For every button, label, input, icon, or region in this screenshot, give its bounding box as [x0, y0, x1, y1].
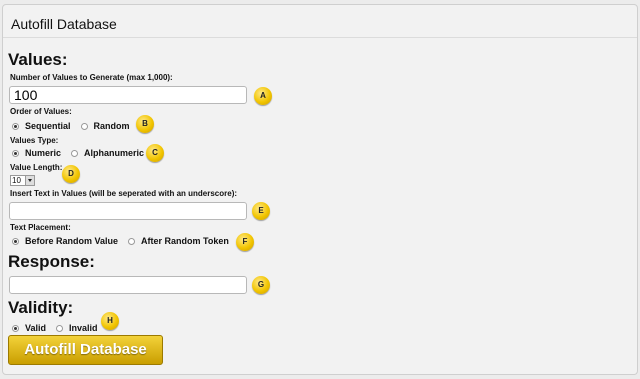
- radio-after-label: After Random Token: [141, 236, 229, 246]
- placement-radio-group: Before Random Value After Random Token: [12, 236, 229, 246]
- insert-text-input[interactable]: [9, 202, 247, 220]
- radio-random-label: Random: [93, 121, 130, 131]
- radio-invalid[interactable]: [56, 324, 64, 332]
- radio-numeric[interactable]: [12, 149, 19, 157]
- radio-invalid-label: Invalid: [69, 323, 98, 333]
- radio-numeric-label: Numeric: [25, 148, 62, 158]
- length-select[interactable]: 10: [10, 175, 35, 186]
- badge-h: H: [101, 312, 119, 330]
- radio-before-label: Before Random Value: [25, 236, 119, 246]
- count-input[interactable]: [9, 86, 247, 104]
- response-input[interactable]: [9, 276, 247, 294]
- radio-sequential-label: Sequential: [25, 121, 71, 131]
- radio-alphanumeric[interactable]: [71, 149, 79, 157]
- badge-b: B: [136, 115, 154, 133]
- panel-title: Autofill Database: [11, 16, 117, 32]
- radio-after-random-token[interactable]: [128, 237, 136, 245]
- radio-before-random-value[interactable]: [12, 237, 19, 245]
- order-radio-group: Sequential Random: [12, 121, 130, 131]
- values-heading: Values:: [8, 50, 68, 69]
- order-label: Order of Values:: [10, 107, 72, 116]
- radio-sequential[interactable]: [12, 122, 19, 130]
- header-divider: [3, 37, 637, 38]
- placement-label: Text Placement:: [10, 223, 71, 232]
- badge-c: C: [146, 144, 164, 162]
- response-heading: Response:: [8, 252, 95, 271]
- autofill-database-button[interactable]: Autofill Database: [8, 335, 163, 365]
- chevron-down-icon: [25, 176, 34, 185]
- radio-alphanumeric-label: Alphanumeric: [84, 148, 145, 158]
- badge-e: E: [252, 202, 270, 220]
- length-label: Value Length:: [10, 163, 63, 172]
- type-label: Values Type:: [10, 136, 59, 145]
- validity-radio-group: Valid Invalid: [12, 323, 98, 333]
- length-select-value: 10: [12, 176, 21, 185]
- type-radio-group: Numeric Alphanumeric: [12, 148, 144, 158]
- insert-text-label: Insert Text in Values (will be seperated…: [10, 189, 238, 198]
- badge-f: F: [236, 233, 254, 251]
- count-label: Number of Values to Generate (max 1,000)…: [10, 73, 173, 82]
- badge-g: G: [252, 276, 270, 294]
- radio-valid[interactable]: [12, 324, 19, 332]
- radio-valid-label: Valid: [25, 323, 47, 333]
- validity-heading: Validity:: [8, 298, 74, 317]
- badge-a: A: [254, 87, 272, 105]
- badge-d: D: [62, 165, 80, 183]
- radio-random[interactable]: [80, 122, 88, 130]
